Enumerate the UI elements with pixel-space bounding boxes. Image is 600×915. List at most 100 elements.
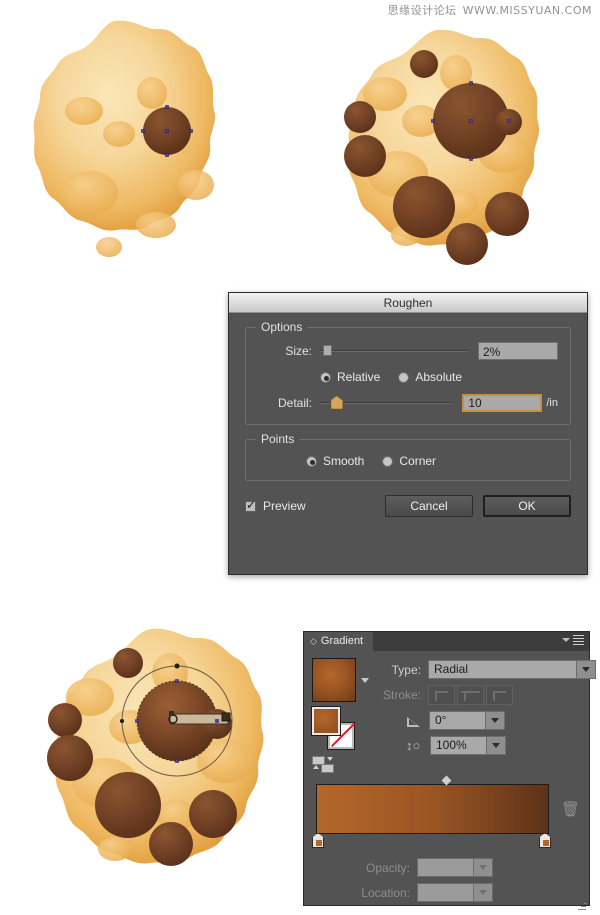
gradient-swatch-chevron-down-icon[interactable] xyxy=(361,677,369,683)
gradient-ramp[interactable] xyxy=(316,784,549,834)
points-group: Points Smooth Corner xyxy=(245,432,571,481)
cookie-dent xyxy=(65,97,103,125)
radio-corner-label: Corner xyxy=(399,454,437,468)
preview-label: Preview xyxy=(263,499,306,513)
panel-menu-triangle-icon xyxy=(562,638,570,642)
cookie-dent xyxy=(62,171,118,215)
gradient-right-column: Type: Radial Stroke: 0° ↕○ 100% xyxy=(369,658,596,774)
chocolate-chip[interactable] xyxy=(344,135,386,177)
aspect-ratio-icon: ↕○ xyxy=(406,737,421,753)
detail-label: Detail: xyxy=(277,396,312,410)
angle-chevron-down-icon[interactable] xyxy=(485,712,504,729)
preview-checkbox[interactable]: Preview xyxy=(245,498,306,513)
cookie-illustration-top-left xyxy=(8,18,223,286)
points-group-legend: Points xyxy=(256,432,300,446)
detail-input[interactable]: 10 xyxy=(462,394,543,412)
detail-unit-label: /in xyxy=(546,397,558,409)
stroke-label: Stroke: xyxy=(382,688,421,702)
points-mode-radios: Smooth Corner xyxy=(258,454,558,468)
chocolate-chip[interactable] xyxy=(344,101,376,133)
cookie-svg-2 xyxy=(344,29,540,265)
size-slider[interactable] xyxy=(320,344,468,358)
hamburger-icon xyxy=(573,635,584,645)
chocolate-chip[interactable] xyxy=(410,50,438,78)
chocolate-chip[interactable] xyxy=(48,703,82,737)
chocolate-chip[interactable] xyxy=(113,648,143,678)
chocolate-chip[interactable] xyxy=(189,790,237,838)
type-row: Type: Radial xyxy=(369,660,596,679)
panel-tabbar: ◇ Gradient xyxy=(304,632,589,651)
radio-absolute[interactable]: Absolute xyxy=(398,370,462,384)
chocolate-chip[interactable] xyxy=(485,192,529,236)
radio-relative[interactable]: Relative xyxy=(320,370,380,384)
fill-stroke-proxy xyxy=(311,706,358,750)
gradient-annotator-bar[interactable] xyxy=(169,713,229,725)
stroke-row: Stroke: xyxy=(369,685,596,705)
location-row: Location: xyxy=(312,883,581,902)
opacity-select[interactable] xyxy=(417,858,493,877)
gradient-annotator-start-stop[interactable] xyxy=(169,711,174,716)
gradient-left-column xyxy=(311,658,369,774)
dialog-buttons: Cancel OK xyxy=(375,495,571,517)
dialog-footer: Preview Cancel OK xyxy=(245,495,571,517)
type-select[interactable]: Radial xyxy=(428,660,596,679)
angle-row: 0° xyxy=(369,711,596,730)
radio-relative-dot xyxy=(320,371,331,383)
watermark: 思缘设计论坛 WWW.MISSYUAN.COM xyxy=(388,2,592,18)
angle-select[interactable]: 0° xyxy=(429,711,505,730)
gradient-ramp-wrap: 🗑 xyxy=(312,775,581,848)
radio-corner[interactable]: Corner xyxy=(382,454,436,468)
radio-smooth[interactable]: Smooth xyxy=(306,454,364,468)
cookie-illustration-top-right xyxy=(313,26,561,284)
gradient-stop-end[interactable] xyxy=(539,833,551,848)
type-select-chevron-down-icon[interactable] xyxy=(576,661,595,678)
location-select[interactable] xyxy=(417,883,493,902)
gradient-swatch[interactable] xyxy=(312,658,356,702)
dialog-titlebar[interactable]: Roughen xyxy=(229,293,587,313)
opacity-chevron-down-icon[interactable] xyxy=(473,859,492,876)
dialog-title: Roughen xyxy=(383,296,433,310)
cookie-dent xyxy=(96,237,122,257)
panel-grip-icon: ◇ xyxy=(310,636,317,646)
watermark-url-text: WWW.MISSYUAN.COM xyxy=(462,4,592,17)
dialog-body: Options Size: 2% Relative Absolute Detai… xyxy=(229,313,587,529)
size-slider-knob[interactable] xyxy=(322,345,332,356)
stroke-type-along-button xyxy=(457,685,484,705)
watermark-cn-text: 思缘设计论坛 xyxy=(387,4,457,17)
chocolate-chip[interactable] xyxy=(95,772,161,838)
chocolate-chip[interactable] xyxy=(446,223,488,265)
type-label: Type: xyxy=(391,662,421,677)
ok-button[interactable]: OK xyxy=(483,495,571,517)
type-select-value: Radial xyxy=(434,662,469,676)
opacity-row: Opacity: xyxy=(312,858,581,877)
gradient-stop-start[interactable] xyxy=(312,833,324,848)
options-group-legend: Options xyxy=(256,320,308,334)
gradient-panel-body: Type: Radial Stroke: 0° ↕○ 100% 🗑 Opacit… xyxy=(304,651,596,915)
gradient-annotator-rotate-handle[interactable] xyxy=(174,663,180,669)
delete-stop-icon[interactable]: 🗑 xyxy=(561,800,580,818)
cancel-button[interactable]: Cancel xyxy=(385,495,473,517)
chocolate-chip[interactable] xyxy=(393,176,455,238)
aspect-select[interactable]: 100% xyxy=(430,736,506,755)
detail-slider-knob[interactable] xyxy=(330,396,343,409)
opacity-label: Opacity: xyxy=(365,860,410,875)
gradient-annotator-radius-handle[interactable] xyxy=(120,719,124,723)
cookie-dent xyxy=(98,837,132,861)
detail-slider[interactable] xyxy=(320,396,453,410)
chocolate-chip[interactable] xyxy=(149,822,193,866)
tab-gradient[interactable]: ◇ Gradient xyxy=(304,632,374,651)
aspect-row: ↕○ 100% xyxy=(369,736,596,755)
gradient-panel: ◇ Gradient Type: Radial Stroke: 0° ↕○ 10… xyxy=(303,631,596,910)
cookie-dent xyxy=(103,121,135,147)
fill-stroke-toggle-icon[interactable] xyxy=(312,756,338,774)
size-input[interactable]: 2% xyxy=(478,342,558,360)
aspect-chevron-down-icon[interactable] xyxy=(486,737,505,754)
location-label: Location: xyxy=(361,885,410,900)
panel-menu-button[interactable] xyxy=(562,635,584,645)
size-slider-track[interactable] xyxy=(320,350,468,352)
radio-absolute-label: Absolute xyxy=(415,370,463,384)
fill-swatch[interactable] xyxy=(311,706,341,736)
gradient-annotator-end-stop[interactable] xyxy=(221,712,231,722)
chocolate-chip[interactable] xyxy=(47,735,93,781)
location-chevron-down-icon[interactable] xyxy=(473,884,492,901)
